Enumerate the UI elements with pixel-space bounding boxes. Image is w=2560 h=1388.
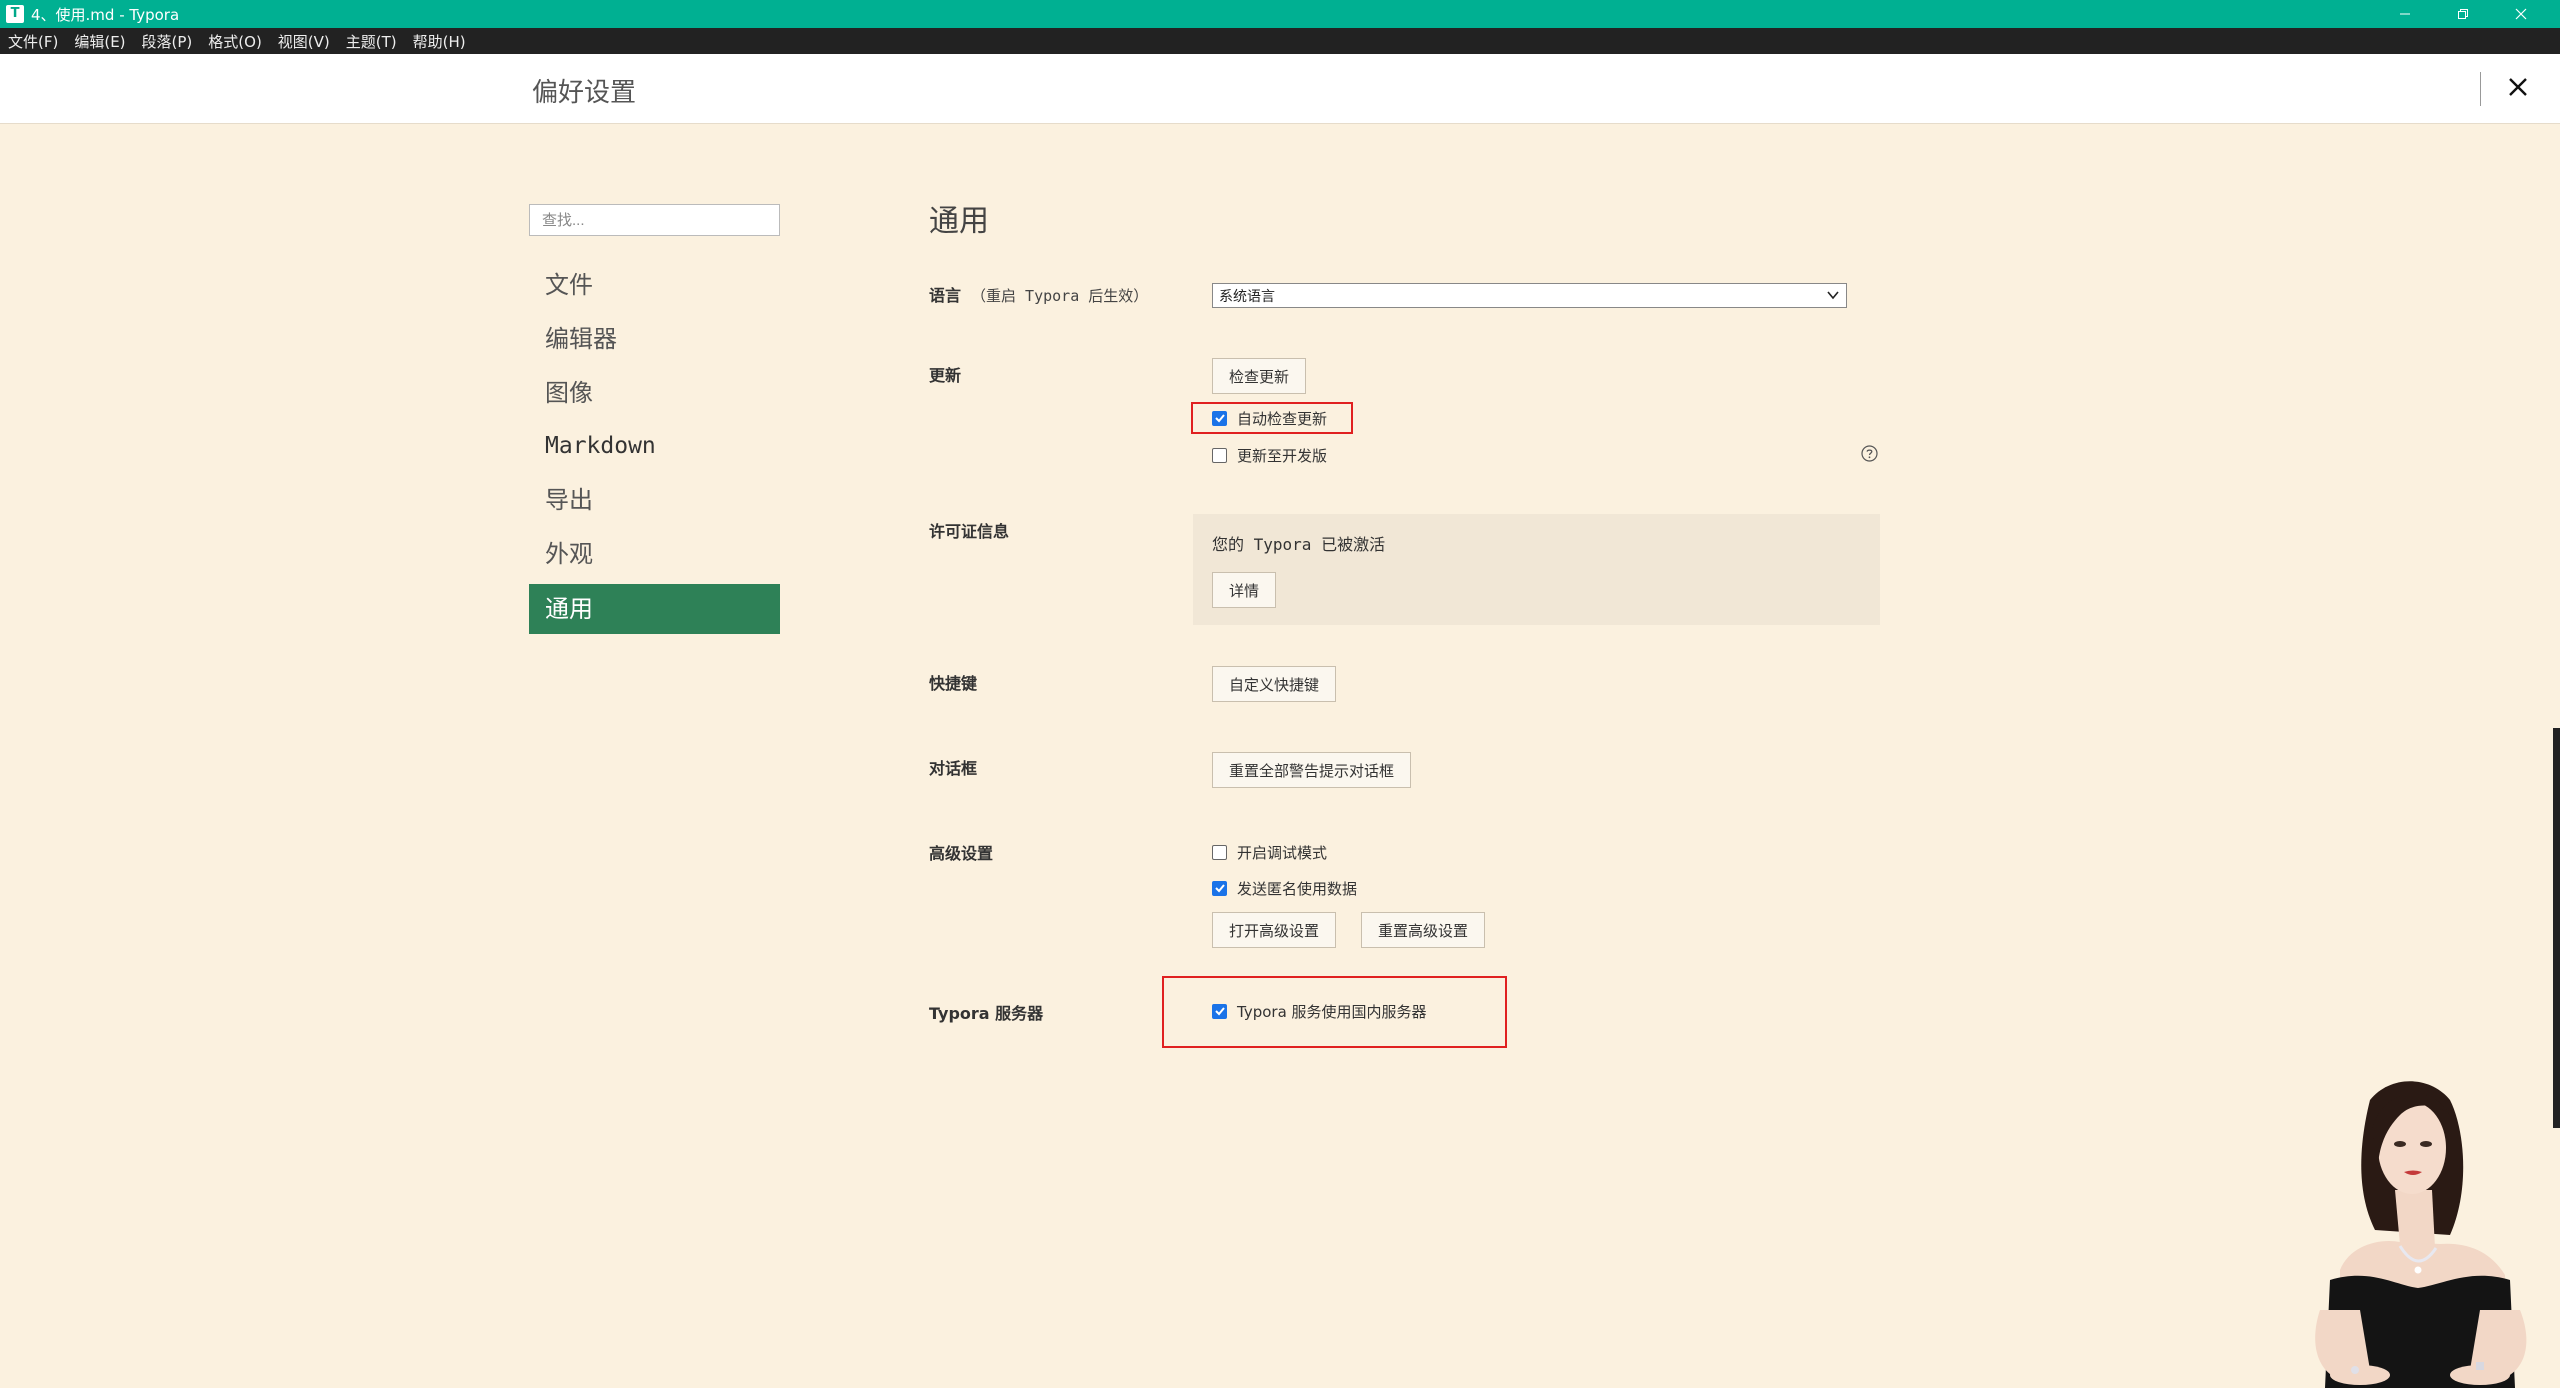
menu-theme[interactable]: 主题(T) <box>346 31 397 52</box>
typora-app-icon: T <box>6 5 24 23</box>
reset-advanced-settings-button[interactable]: 重置高级设置 <box>1361 912 1486 948</box>
menu-help[interactable]: 帮助(H) <box>413 31 466 52</box>
menu-edit[interactable]: 编辑(E) <box>74 31 125 52</box>
highlight-box-server <box>1162 976 1507 1048</box>
debug-mode-option[interactable]: 开启调试模式 <box>1212 840 1327 864</box>
sidebar-item-export[interactable]: 导出 <box>529 475 780 525</box>
anonymous-data-option[interactable]: 发送匿名使用数据 <box>1212 876 1357 900</box>
window-controls <box>2376 0 2550 28</box>
anonymous-data-checkbox[interactable] <box>1212 880 1227 896</box>
sidebar-item-general[interactable]: 通用 <box>529 584 780 634</box>
checkmark-icon <box>1214 884 1225 893</box>
menu-view[interactable]: 视图(V) <box>278 31 330 52</box>
language-label: 语言 （重启 Typora 后生效） <box>929 282 1148 306</box>
dev-channel-checkbox[interactable] <box>1212 447 1227 463</box>
anonymous-data-label: 发送匿名使用数据 <box>1237 879 1358 898</box>
menu-paragraph[interactable]: 段落(P) <box>142 31 193 52</box>
header-divider <box>2480 72 2481 106</box>
window-title: 4、使用.md - Typora <box>31 5 180 24</box>
language-select[interactable]: 系统语言 <box>1212 283 1847 308</box>
woman-portrait-image <box>2315 1081 2527 1388</box>
minimize-icon <box>2400 13 2410 15</box>
menu-format[interactable]: 格式(O) <box>208 31 262 52</box>
sidebar-item-file[interactable]: 文件 <box>529 260 780 310</box>
menu-file[interactable]: 文件(F) <box>8 31 58 52</box>
language-select-value: 系统语言 <box>1219 288 1275 305</box>
dev-channel-option[interactable]: 更新至开发版 <box>1212 443 1327 467</box>
custom-shortcuts-button[interactable]: 自定义快捷键 <box>1212 666 1337 702</box>
sidebar-item-markdown[interactable]: Markdown <box>529 421 780 471</box>
preferences-header: 偏好设置 <box>0 54 2560 124</box>
sidebar-item-editor[interactable]: 编辑器 <box>529 314 780 364</box>
license-panel: 您的 Typora 已被激活 详情 <box>1193 514 1880 625</box>
open-advanced-settings-button[interactable]: 打开高级设置 <box>1212 912 1337 948</box>
close-preferences-button[interactable] <box>2502 69 2534 105</box>
language-label-text: 语言 <box>929 286 962 305</box>
chevron-down-icon <box>1827 291 1839 300</box>
dialogs-label: 对话框 <box>929 759 978 778</box>
language-note: （重启 Typora 后生效） <box>971 287 1149 305</box>
close-icon <box>2509 78 2527 96</box>
shortcuts-label: 快捷键 <box>929 674 978 693</box>
license-details-button[interactable]: 详情 <box>1212 572 1277 608</box>
restore-button[interactable] <box>2434 0 2492 28</box>
highlight-box-auto-update <box>1191 402 1353 434</box>
reset-dialogs-button[interactable]: 重置全部警告提示对话框 <box>1212 752 1412 788</box>
section-title: 通用 <box>929 204 989 239</box>
license-status: 您的 Typora 已被激活 <box>1212 535 1386 554</box>
close-icon <box>2515 8 2527 20</box>
title-bar: T 4、使用.md - Typora <box>0 0 2560 28</box>
sidebar-item-image[interactable]: 图像 <box>529 368 780 418</box>
license-label: 许可证信息 <box>929 522 1010 541</box>
check-update-button[interactable]: 检查更新 <box>1212 358 1307 394</box>
update-label: 更新 <box>929 366 962 385</box>
debug-mode-checkbox[interactable] <box>1212 844 1227 860</box>
scrollbar-thumb[interactable] <box>2553 728 2560 1128</box>
sidebar-item-appearance[interactable]: 外观 <box>529 529 780 579</box>
restore-icon <box>2458 9 2468 19</box>
help-icon[interactable] <box>1861 445 1878 462</box>
page-title: 偏好设置 <box>532 78 637 108</box>
window-close-button[interactable] <box>2492 0 2550 28</box>
debug-mode-label: 开启调试模式 <box>1237 843 1328 862</box>
server-label: Typora 服务器 <box>929 1004 1044 1023</box>
menu-bar: 文件(F) 编辑(E) 段落(P) 格式(O) 视图(V) 主题(T) 帮助(H… <box>0 28 2560 54</box>
minimize-button[interactable] <box>2376 0 2434 28</box>
advanced-label: 高级设置 <box>929 844 994 863</box>
dev-channel-label: 更新至开发版 <box>1237 446 1328 465</box>
search-input[interactable] <box>529 204 780 236</box>
